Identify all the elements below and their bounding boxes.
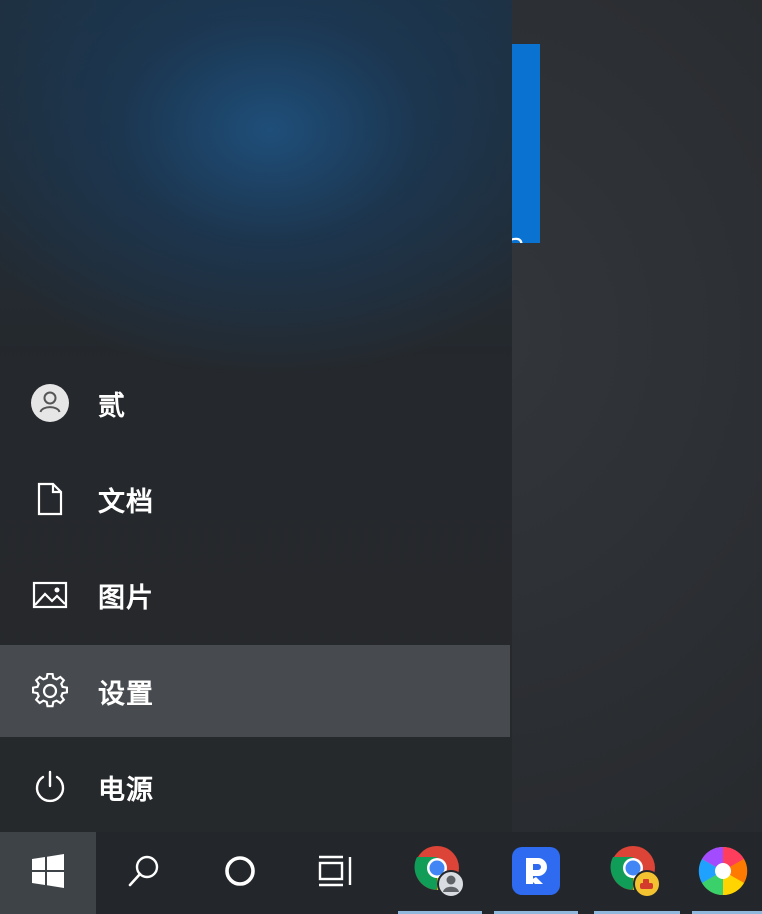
start-item-label: 图片 (98, 582, 154, 614)
taskbar-app-pinwheel[interactable] (684, 832, 762, 914)
chrome-profile-car-icon (608, 843, 664, 903)
start-item-user[interactable]: 贰 (0, 357, 510, 449)
blue-r-app-icon (511, 846, 561, 900)
windows-start-icon (31, 854, 65, 892)
tile-glyph: a (512, 230, 525, 244)
cortana-button[interactable] (192, 832, 288, 914)
start-button[interactable] (0, 832, 96, 914)
document-icon (29, 478, 71, 520)
start-tile[interactable]: a (512, 44, 540, 243)
start-item-power[interactable]: 电源 (0, 741, 510, 833)
start-item-label: 设置 (98, 678, 154, 710)
gear-icon (29, 670, 71, 712)
search-icon (126, 853, 162, 893)
start-item-documents[interactable]: 文档 (0, 453, 510, 545)
taskbar-app-chrome-1[interactable] (392, 832, 488, 914)
search-button[interactable] (96, 832, 192, 914)
colorful-pinwheel-app-icon (697, 845, 749, 901)
start-item-pictures[interactable]: 图片 (0, 549, 510, 641)
start-item-label: 电源 (98, 774, 154, 806)
start-menu: 贰 文档 图片 设置 电源 (0, 0, 512, 832)
start-item-settings[interactable]: 设置 (0, 645, 510, 737)
start-item-label: 文档 (98, 486, 154, 518)
chrome-profile-person-icon (412, 843, 468, 903)
picture-icon (29, 574, 71, 616)
task-view-button[interactable] (288, 832, 384, 914)
cortana-icon (223, 854, 257, 892)
task-view-icon (317, 854, 355, 892)
power-icon (29, 766, 71, 808)
taskbar-app-chrome-2[interactable] (588, 832, 684, 914)
taskbar-app-r[interactable] (488, 832, 584, 914)
start-item-label: 贰 (98, 390, 126, 422)
user-avatar-icon (29, 382, 71, 424)
taskbar (0, 832, 762, 914)
